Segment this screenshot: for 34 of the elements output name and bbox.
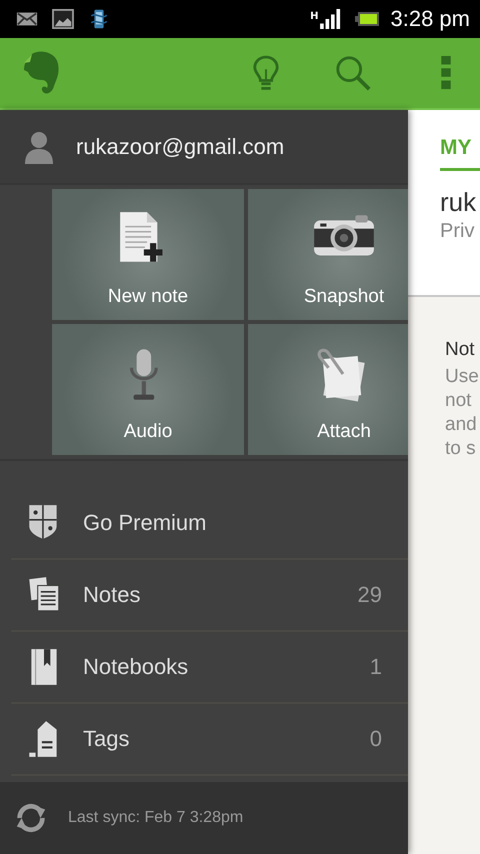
image-icon (52, 9, 74, 29)
clock: 3:28 pm (390, 6, 470, 32)
item-count: 1 (370, 654, 382, 680)
nav-label: Tags (83, 726, 130, 752)
sync-status: Last sync: Feb 7 3:28pm (68, 809, 244, 827)
action-tile[interactable]: Snapshot (248, 189, 408, 320)
search-icon[interactable] (334, 54, 372, 92)
hint-text: Use not and to s (445, 365, 480, 461)
lightbulb-icon[interactable] (252, 54, 280, 92)
nav-item[interactable]: Notes 29 (11, 560, 408, 632)
account-email: rukazoor@gmail.com (76, 134, 284, 160)
item-count: 29 (358, 582, 382, 608)
network-type: H (310, 11, 318, 22)
notebook-subtitle: Priv (440, 220, 476, 243)
tab[interactable]: MY (440, 136, 480, 171)
action-tile[interactable]: New note (52, 189, 244, 320)
sync-bar[interactable]: Last sync: Feb 7 3:28pm (0, 782, 408, 854)
nav-label: Notebooks (83, 654, 190, 680)
section-heading: Not (445, 339, 476, 361)
nav-item[interactable]: Tags 0 (11, 704, 408, 776)
battery-icon (354, 12, 378, 26)
signal-icon (318, 9, 342, 29)
notebook-title: ruk (440, 187, 478, 218)
overflow-menu-icon[interactable] (440, 56, 452, 90)
nav-label: Notes (83, 582, 142, 608)
nav-item[interactable]: Go Premium (11, 488, 408, 560)
nav-item[interactable]: Notebooks 1 (11, 632, 408, 704)
phone-sync-icon (88, 9, 110, 29)
account-row[interactable]: rukazoor@gmail.com (0, 110, 408, 185)
item-count: 0 (370, 726, 382, 752)
avatar-icon (24, 130, 54, 164)
action-tile[interactable]: Audio (52, 324, 244, 455)
action-tile[interactable]: Attach (248, 324, 408, 455)
nav-label: Go Premium (83, 510, 208, 536)
